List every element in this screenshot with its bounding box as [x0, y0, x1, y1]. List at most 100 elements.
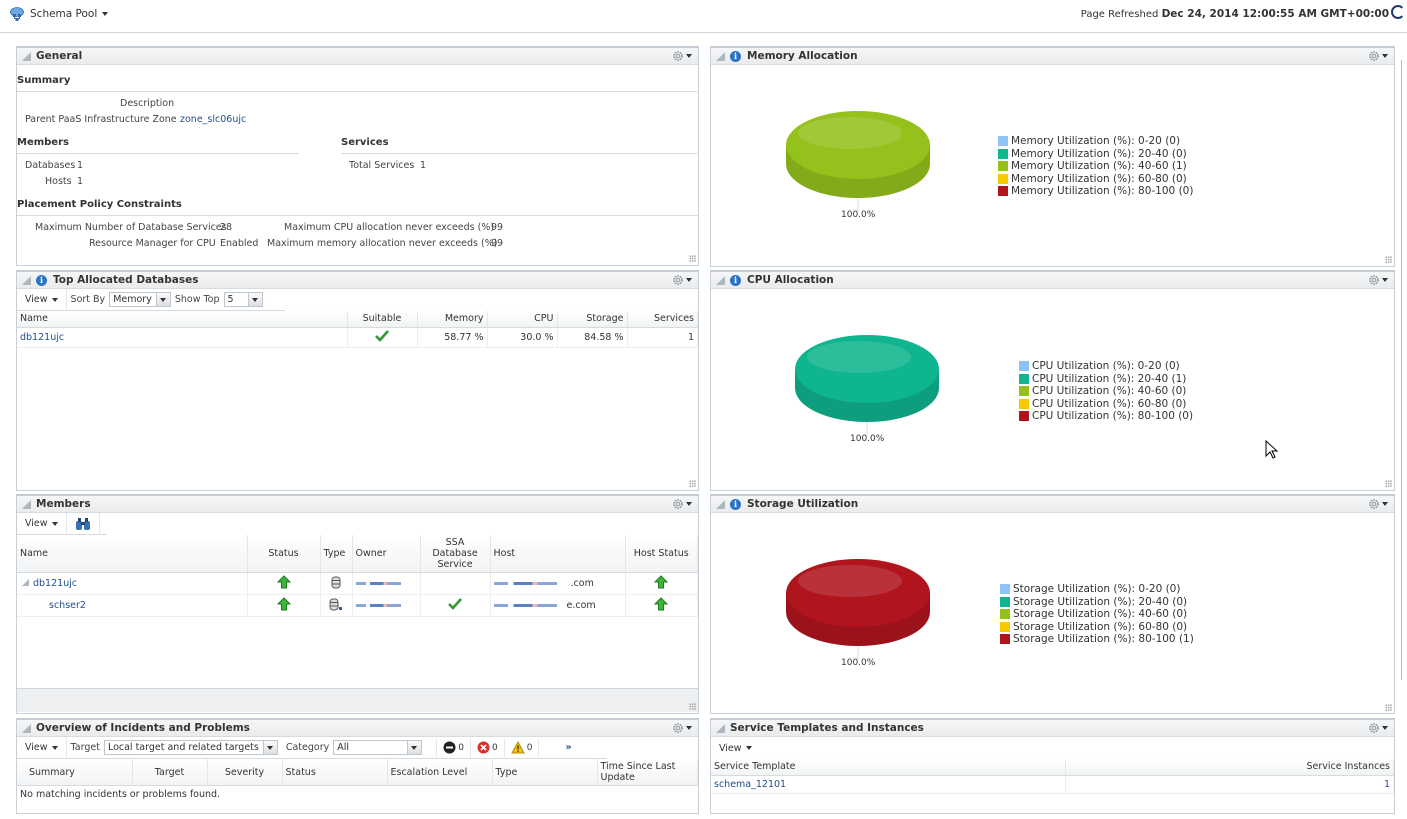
collapse-icon[interactable]	[716, 51, 725, 61]
instances-link[interactable]: 1	[1384, 779, 1390, 790]
region-menu-button[interactable]	[672, 722, 692, 734]
legend-item[interactable]: Storage Utilization (%): 60-80 (0)	[1000, 621, 1194, 634]
legend-item[interactable]: CPU Utilization (%): 0-20 (0)	[1019, 360, 1193, 373]
resize-handle[interactable]	[1385, 704, 1392, 711]
col-storage[interactable]: Storage	[557, 311, 628, 328]
category-select[interactable]: All	[333, 740, 423, 755]
gear-icon	[1369, 51, 1379, 61]
host-suffix[interactable]: .com	[571, 578, 594, 589]
search-button[interactable]	[67, 512, 100, 535]
collapse-icon[interactable]	[22, 499, 31, 509]
view-menu[interactable]: View	[17, 736, 67, 759]
target-select[interactable]: Local target and related targets	[103, 740, 278, 755]
pie-slice[interactable]	[786, 111, 930, 198]
host-suffix[interactable]: e.com	[567, 600, 596, 611]
table-row[interactable]: schema_12101 1	[711, 775, 1394, 794]
fatal-count[interactable]: 0	[436, 738, 471, 757]
info-icon[interactable]: i	[730, 274, 741, 286]
collapse-icon[interactable]	[716, 723, 725, 733]
collapse-icon[interactable]	[22, 723, 31, 733]
expand-icon[interactable]	[22, 579, 29, 586]
sort-by-select[interactable]: Memory	[109, 292, 171, 307]
view-menu[interactable]: View	[17, 512, 67, 535]
warning-count[interactable]: 0	[505, 738, 540, 757]
legend-item[interactable]: Storage Utilization (%): 20-40 (0)	[1000, 596, 1194, 609]
legend-item[interactable]: Memory Utilization (%): 40-60 (1)	[998, 160, 1193, 173]
collapse-icon[interactable]	[22, 275, 31, 285]
col-escalation[interactable]: Escalation Level	[387, 759, 493, 786]
legend-item[interactable]: Storage Utilization (%): 80-100 (1)	[1000, 633, 1194, 646]
view-menu[interactable]: View	[17, 288, 67, 311]
col-severity[interactable]: Severity	[207, 759, 283, 786]
table-row[interactable]: db121ujc .com	[17, 572, 698, 595]
region-menu-button[interactable]	[1368, 498, 1388, 510]
more-icon[interactable]: »	[557, 737, 579, 759]
legend-item[interactable]: Storage Utilization (%): 40-60 (0)	[1000, 608, 1194, 621]
col-status[interactable]: Status	[247, 535, 321, 573]
info-icon[interactable]: i	[36, 274, 47, 286]
col-suitable[interactable]: Suitable	[347, 311, 418, 328]
table-row[interactable]: schser2 e.com	[17, 594, 698, 617]
show-top-select[interactable]: 5	[223, 292, 263, 307]
region-menu-button[interactable]	[672, 274, 692, 286]
critical-count[interactable]: 0	[471, 738, 505, 757]
legend-item[interactable]: CPU Utilization (%): 80-100 (0)	[1019, 410, 1193, 423]
col-summary[interactable]: Summary	[17, 759, 133, 786]
col-name[interactable]: Name	[17, 311, 348, 328]
member-link[interactable]: db121ujc	[33, 578, 77, 589]
col-time-since-update[interactable]: Time Since Last Update	[597, 759, 698, 786]
region-menu-button[interactable]	[672, 498, 692, 510]
legend-item[interactable]: Memory Utilization (%): 0-20 (0)	[998, 135, 1193, 148]
refresh-icon[interactable]	[1391, 5, 1405, 19]
collapse-icon[interactable]	[22, 51, 31, 61]
col-host[interactable]: Host	[490, 535, 626, 573]
col-cpu[interactable]: CPU	[487, 311, 558, 328]
legend-item[interactable]: Storage Utilization (%): 0-20 (0)	[1000, 583, 1194, 596]
db-link[interactable]: db121ujc	[20, 332, 64, 343]
region-menu-button[interactable]	[1368, 722, 1388, 734]
col-type[interactable]: Type	[320, 535, 353, 573]
legend-swatch	[998, 161, 1008, 172]
resize-handle[interactable]	[689, 480, 696, 487]
legend-item[interactable]: CPU Utilization (%): 40-60 (0)	[1019, 385, 1193, 398]
target-menu[interactable]: Schema Pool	[9, 6, 109, 22]
legend-item[interactable]: CPU Utilization (%): 20-40 (1)	[1019, 373, 1193, 386]
resize-handle[interactable]	[1385, 480, 1392, 487]
table-row[interactable]: db121ujc 58.77 % 30.0 % 84.58 % 1	[17, 327, 698, 348]
info-icon[interactable]: i	[730, 50, 741, 62]
legend-item[interactable]: Memory Utilization (%): 60-80 (0)	[998, 173, 1193, 186]
col-type[interactable]: Type	[492, 759, 598, 786]
col-service-template[interactable]: Service Template	[711, 759, 1066, 776]
region-title: General	[36, 50, 83, 62]
col-owner[interactable]: Owner	[352, 535, 421, 573]
collapse-icon[interactable]	[716, 275, 725, 285]
template-link[interactable]: schema_12101	[714, 779, 786, 790]
region-title: Memory Allocation	[747, 50, 858, 62]
zone-link[interactable]: zone_slc06ujc	[180, 114, 246, 125]
col-target[interactable]: Target	[132, 759, 208, 786]
resize-handle[interactable]	[689, 255, 696, 262]
region-menu-button[interactable]	[1368, 274, 1388, 286]
member-link[interactable]: schser2	[49, 600, 86, 611]
collapse-icon[interactable]	[716, 499, 725, 509]
chart-legend: Storage Utilization (%): 0-20 (0) Storage…	[1000, 583, 1194, 646]
col-ssa[interactable]: SSA Database Service	[420, 535, 491, 573]
legend-item[interactable]: Memory Utilization (%): 20-40 (0)	[998, 148, 1193, 161]
col-service-instances[interactable]: Service Instances	[1065, 759, 1394, 776]
resize-handle[interactable]	[1385, 256, 1392, 263]
col-host-status[interactable]: Host Status	[625, 535, 698, 573]
pie-slice[interactable]	[786, 559, 930, 646]
resize-handle[interactable]	[689, 703, 696, 710]
col-name[interactable]: Name	[17, 535, 248, 573]
legend-item[interactable]: CPU Utilization (%): 60-80 (0)	[1019, 398, 1193, 411]
legend-item[interactable]: Memory Utilization (%): 80-100 (0)	[998, 185, 1193, 198]
region-menu-button[interactable]	[672, 50, 692, 62]
region-menu-button[interactable]	[1368, 50, 1388, 62]
col-memory[interactable]: Memory	[417, 311, 488, 328]
pie-slice[interactable]	[795, 335, 939, 422]
col-services[interactable]: Services	[627, 311, 698, 328]
info-icon[interactable]: i	[730, 498, 741, 510]
vertical-scrollbar[interactable]	[1401, 60, 1407, 680]
col-status[interactable]: Status	[282, 759, 388, 786]
view-menu[interactable]: View	[711, 737, 760, 759]
